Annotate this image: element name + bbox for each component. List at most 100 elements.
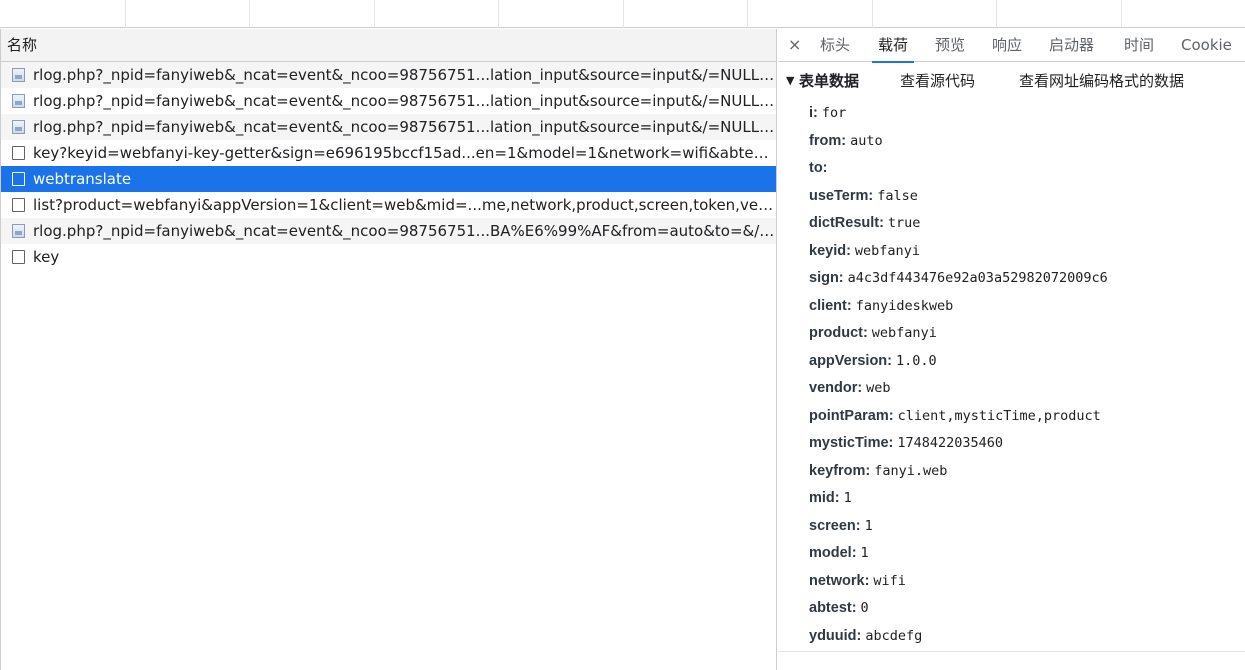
form-field-row: keyfrom: fanyi.web — [809, 458, 1245, 486]
request-row[interactable]: rlog.php?_npid=fanyiweb&_ncat=event&_nco… — [1, 218, 776, 244]
request-name: key — [33, 248, 60, 266]
form-field-row: keyid: webfanyi — [809, 238, 1245, 266]
form-field-value[interactable]: 1 — [865, 518, 873, 534]
document-icon — [12, 172, 25, 186]
request-row[interactable]: rlog.php?_npid=fanyiweb&_ncat=event&_nco… — [1, 114, 776, 140]
form-field-value[interactable]: auto — [850, 133, 883, 149]
form-field-value[interactable]: web — [866, 380, 890, 396]
request-name: rlog.php?_npid=fanyiweb&_ncat=event&_nco… — [33, 92, 776, 110]
image-icon — [12, 120, 25, 134]
form-field-row: mid: 1 — [809, 485, 1245, 513]
tab-timing[interactable]: 时间 — [1124, 29, 1154, 62]
form-field-value[interactable]: client,mysticTime,product — [898, 408, 1101, 424]
tab-cookies[interactable]: Cookie — [1181, 29, 1232, 62]
tab-payload[interactable]: 载荷 — [871, 29, 915, 63]
form-field-key: model: — [809, 545, 857, 561]
form-field-key: mid: — [809, 490, 840, 506]
form-field-row: model: 1 — [809, 540, 1245, 568]
form-field-value[interactable]: for — [822, 105, 846, 121]
image-icon — [12, 94, 25, 108]
timeline-gridline — [498, 0, 499, 28]
form-field-row: screen: 1 — [809, 513, 1245, 541]
form-field-value[interactable]: 0 — [861, 600, 869, 616]
tab-initiator[interactable]: 启动器 — [1049, 29, 1094, 62]
form-field-row: mysticTime: 1748422035460 — [809, 430, 1245, 458]
details-tab-bar: × 标头 载荷 预览 响应 启动器 时间 Cookie — [778, 29, 1245, 63]
document-icon — [12, 198, 25, 212]
form-field-key: abtest: — [809, 600, 857, 616]
form-field-value[interactable]: 1 — [861, 545, 869, 561]
form-field-key: mysticTime: — [809, 435, 894, 451]
form-field-key: appVersion: — [809, 352, 892, 369]
form-field-key: keyid: — [809, 242, 851, 259]
form-field-key: screen: — [809, 517, 861, 534]
form-field-row: network: wifi — [809, 568, 1245, 596]
request-row[interactable]: rlog.php?_npid=fanyiweb&_ncat=event&_nco… — [1, 88, 776, 114]
timeline-gridline — [872, 0, 873, 28]
request-name: rlog.php?_npid=fanyiweb&_ncat=event&_nco… — [33, 118, 776, 136]
network-timeline-overview[interactable] — [0, 0, 1245, 28]
form-field-value[interactable]: fanyi.web — [874, 463, 947, 479]
close-icon[interactable]: × — [788, 35, 801, 54]
request-list-pane: 名称 rlog.php?_npid=fanyiweb&_ncat=event&_… — [0, 29, 777, 670]
tab-preview[interactable]: 预览 — [935, 29, 965, 62]
form-field-row: from: auto — [809, 128, 1245, 156]
request-row[interactable]: list?product=webfanyi&appVersion=1&clien… — [1, 192, 776, 218]
form-field-row: pointParam: client,mysticTime,product — [809, 403, 1245, 431]
request-row[interactable]: rlog.php?_npid=fanyiweb&_ncat=event&_nco… — [1, 62, 776, 88]
tab-response[interactable]: 响应 — [992, 29, 1022, 62]
timeline-gridline — [623, 0, 624, 28]
form-field-row: useTerm: false — [809, 183, 1245, 211]
timeline-gridline — [249, 0, 250, 28]
form-field-value[interactable]: 1 — [844, 490, 852, 506]
view-url-encoded-link[interactable]: 查看网址编码格式的数据 — [1019, 62, 1184, 100]
view-source-link[interactable]: 查看源代码 — [900, 62, 975, 100]
form-field-key: client: — [809, 297, 852, 314]
form-field-value[interactable]: 1748422035460 — [897, 435, 1003, 451]
form-field-row: yduuid: abcdefg — [809, 623, 1245, 651]
form-field-value[interactable]: 1.0.0 — [896, 353, 937, 369]
form-field-value[interactable]: webfanyi — [872, 325, 937, 341]
form-field-key: product: — [809, 325, 868, 341]
form-field-key: sign: — [809, 270, 844, 286]
form-field-key: useTerm: — [809, 187, 874, 204]
timeline-gridline — [996, 0, 997, 28]
timeline-gridline — [374, 0, 375, 28]
name-column-header[interactable]: 名称 — [1, 29, 776, 62]
form-field-key: to: — [809, 160, 828, 176]
request-row[interactable]: key?keyid=webfanyi-key-getter&sign=e6961… — [1, 140, 776, 166]
request-name: webtranslate — [33, 170, 132, 188]
request-name: list?product=webfanyi&appVersion=1&clien… — [33, 196, 776, 214]
tab-headers[interactable]: 标头 — [820, 29, 850, 62]
timeline-gridline — [1121, 0, 1122, 28]
form-field-value[interactable]: false — [877, 188, 918, 204]
form-field-key: i: — [809, 105, 818, 121]
form-field-key: pointParam: — [809, 407, 894, 424]
form-field-row: appVersion: 1.0.0 — [809, 348, 1245, 376]
request-name: rlog.php?_npid=fanyiweb&_ncat=event&_nco… — [33, 222, 776, 240]
form-field-row: sign: a4c3df443476e92a03a52982072009c6 — [809, 265, 1245, 293]
image-icon — [12, 224, 25, 238]
form-field-row: dictResult: true — [809, 210, 1245, 238]
form-field-value[interactable]: fanyideskweb — [856, 298, 954, 314]
form-field-key: vendor: — [809, 380, 863, 396]
form-field-key: yduuid: — [809, 627, 862, 644]
form-field-value[interactable]: abcdefg — [865, 628, 922, 644]
request-row[interactable]: key — [1, 244, 776, 270]
form-field-row: abtest: 0 — [809, 595, 1245, 623]
form-field-value[interactable]: true — [888, 215, 921, 231]
form-field-value[interactable]: wifi — [873, 573, 906, 589]
form-data-title[interactable]: 表单数据 — [799, 62, 859, 100]
form-field-key: network: — [809, 572, 870, 589]
image-icon — [12, 68, 25, 82]
form-data-fields: i: for from: auto to: useTerm: false dictResult… — [778, 100, 1245, 650]
form-field-value[interactable]: webfanyi — [855, 243, 920, 259]
form-field-row: vendor: web — [809, 375, 1245, 403]
form-field-value[interactable]: a4c3df443476e92a03a52982072009c6 — [848, 270, 1108, 286]
caret-down-icon[interactable]: ▼ — [786, 62, 794, 100]
request-name: rlog.php?_npid=fanyiweb&_ncat=event&_nco… — [33, 66, 776, 84]
form-field-row: product: webfanyi — [809, 320, 1245, 348]
form-data-section-header[interactable]: ▼ 表单数据 查看源代码 查看网址编码格式的数据 — [778, 62, 1245, 100]
request-row[interactable]: webtranslate — [1, 166, 776, 192]
request-list: rlog.php?_npid=fanyiweb&_ncat=event&_nco… — [1, 62, 776, 270]
